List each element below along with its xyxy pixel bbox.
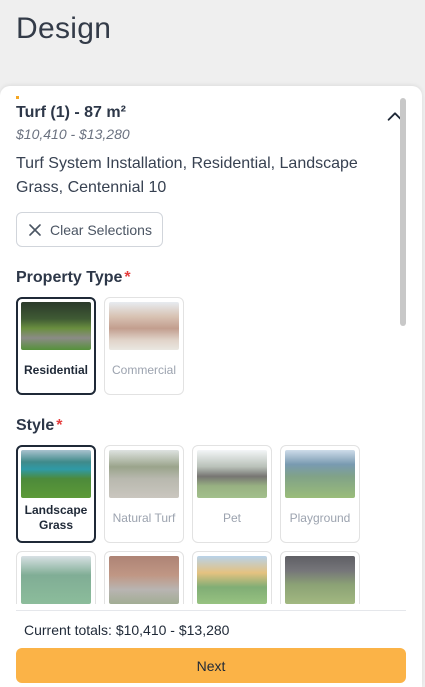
option-label: Landscape Grass <box>24 503 88 532</box>
scrollbar[interactable] <box>400 98 406 326</box>
pet-thumbnail <box>197 450 267 498</box>
design-panel: Turf (1) - 87 m² $10,410 - $13,280 Turf … <box>0 86 422 687</box>
option-playground[interactable]: Playground <box>280 445 360 543</box>
commercial-thumbnail <box>109 302 179 350</box>
footer: Current totals: $10,410 - $13,280 Next <box>16 610 406 683</box>
page-title: Design <box>16 12 112 45</box>
option-commercial[interactable]: Commercial <box>104 297 184 395</box>
landscape-grass-thumbnail <box>21 450 91 498</box>
property-type-label: Property Type * <box>16 269 406 287</box>
design-scroll-area[interactable]: Turf (1) - 87 m² $10,410 - $13,280 Turf … <box>0 86 422 604</box>
option-label: Natural Turf <box>112 510 176 525</box>
item-title: Turf (1) - 87 m² <box>16 104 126 121</box>
style-options: Landscape Grass Natural Turf Pet Playgro… <box>16 445 406 604</box>
option-landscape-grass[interactable]: Landscape Grass <box>16 445 96 543</box>
style-7-thumbnail <box>197 556 267 604</box>
style-text: Style <box>16 417 55 434</box>
option-label: Commercial <box>111 362 176 377</box>
style-label: Style * <box>16 417 406 435</box>
item-price-range: $10,410 - $13,280 <box>16 126 130 142</box>
option-style-5[interactable] <box>16 551 96 604</box>
option-natural-turf[interactable]: Natural Turf <box>104 445 184 543</box>
option-label: Pet <box>222 510 241 525</box>
close-icon <box>29 223 41 236</box>
natural-turf-thumbnail <box>109 450 179 498</box>
item-description: Turf System Installation, Residential, L… <box>16 155 358 196</box>
option-label: Playground <box>289 510 351 525</box>
clear-selections-label: Clear Selections <box>50 221 152 238</box>
style-8-thumbnail <box>285 556 355 604</box>
playground-thumbnail <box>285 450 355 498</box>
option-style-8[interactable] <box>280 551 360 604</box>
required-mark: * <box>124 269 131 286</box>
option-pet[interactable]: Pet <box>192 445 272 543</box>
option-residential[interactable]: Residential <box>16 297 96 395</box>
residential-thumbnail <box>21 302 91 350</box>
property-type-text: Property Type <box>16 269 123 286</box>
next-button[interactable]: Next <box>16 648 406 683</box>
style-6-thumbnail <box>109 556 179 604</box>
item-header: Turf (1) - 87 m² $10,410 - $13,280 <box>16 104 406 142</box>
property-type-options: Residential Commercial <box>16 297 406 395</box>
current-totals: Current totals: $10,410 - $13,280 <box>24 622 230 638</box>
page-header: Design <box>0 0 425 86</box>
style-5-thumbnail <box>21 556 91 604</box>
accent-marker <box>16 96 19 99</box>
required-mark: * <box>56 417 63 434</box>
option-label: Residential <box>23 362 89 377</box>
option-style-6[interactable] <box>104 551 184 604</box>
option-style-7[interactable] <box>192 551 272 604</box>
clear-selections-button[interactable]: Clear Selections <box>16 212 163 247</box>
